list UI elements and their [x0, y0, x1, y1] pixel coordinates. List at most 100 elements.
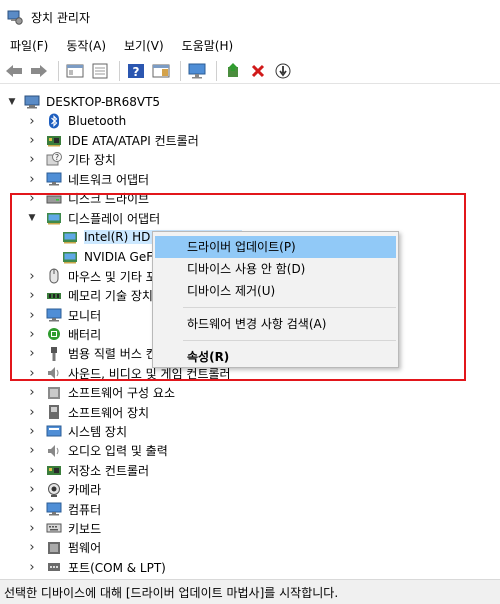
tree-category-item[interactable]: › Bluetooth — [0, 111, 500, 131]
context-menu: 드라이버 업데이트(P) 디바이스 사용 안 함(D) 디바이스 제거(U) 하… — [152, 231, 399, 368]
chevron-right-icon[interactable]: › — [26, 385, 38, 400]
tree-category-item[interactable]: ▼ 디스플레이 어댑터 — [0, 208, 500, 228]
monitor-icon — [46, 307, 62, 323]
toolbar: ? — [0, 58, 500, 84]
chevron-right-icon[interactable]: › — [26, 346, 38, 361]
chevron-down-icon[interactable]: ▼ — [6, 96, 18, 108]
properties-icon[interactable] — [90, 61, 110, 81]
menu-action[interactable]: 동작(A) — [62, 35, 110, 56]
toolbar-separator — [119, 60, 120, 81]
tree-category-item[interactable]: › 포트(COM & LPT) — [0, 557, 500, 575]
tree-item-label: 컴퓨터 — [68, 502, 102, 517]
chevron-right-icon[interactable]: › — [26, 327, 38, 342]
firmware-icon — [46, 540, 62, 556]
tree-category-item[interactable]: › 저장소 컨트롤러 — [0, 460, 500, 480]
chevron-right-icon[interactable]: › — [26, 482, 38, 497]
sound-icon — [46, 365, 62, 381]
show-hide-console-tree-icon[interactable] — [65, 61, 85, 81]
tree-item-label: IDE ATA/ATAPI 컨트롤러 — [68, 133, 199, 148]
action-pane-icon[interactable] — [151, 61, 171, 81]
battery-icon — [46, 326, 62, 342]
chevron-down-icon[interactable]: ▼ — [26, 212, 38, 224]
chevron-right-icon[interactable]: › — [26, 191, 38, 206]
chevron-right-icon[interactable]: › — [26, 443, 38, 458]
menu-bar: 파일(F) 동작(A) 보기(V) 도움말(H) — [0, 34, 500, 56]
help-icon[interactable]: ? — [126, 61, 146, 81]
bluetooth-icon — [46, 113, 62, 129]
tree-item-label: 네트워크 어댑터 — [68, 172, 150, 187]
audio-io-icon — [46, 443, 62, 459]
tree-category-item[interactable]: › 시스템 장치 — [0, 421, 500, 441]
tree-item-label: 저장소 컨트롤러 — [68, 463, 150, 478]
chevron-right-icon[interactable]: › — [26, 288, 38, 303]
menu-file[interactable]: 파일(F) — [6, 35, 52, 56]
mouse-icon — [46, 268, 62, 284]
context-menu-separator — [183, 307, 396, 308]
back-icon[interactable] — [4, 61, 24, 81]
tree-item-label: 디스플레이 어댑터 — [68, 211, 161, 226]
tree-category-item[interactable]: › 네트워크 어댑터 — [0, 169, 500, 189]
monitor-icon[interactable] — [187, 61, 207, 81]
toolbar-separator — [216, 60, 217, 81]
svg-text:?: ? — [133, 65, 140, 79]
computer-icon — [24, 94, 40, 110]
camera-icon — [46, 482, 62, 498]
status-bar: 선택한 디바이스에 대해 [드라이버 업데이트 마법사]를 시작합니다. — [0, 579, 500, 604]
window-title: 장치 관리자 — [31, 10, 91, 25]
tree-root[interactable]: ▼ DESKTOP-BR68VT5 — [0, 92, 500, 112]
tree-category-item[interactable]: › IDE ATA/ATAPI 컨트롤러 — [0, 130, 500, 150]
title-bar: 장치 관리자 — [0, 0, 500, 34]
chevron-right-icon[interactable]: › — [26, 172, 38, 187]
chevron-right-icon[interactable]: › — [26, 133, 38, 148]
keyboard-icon — [46, 520, 62, 536]
chevron-right-icon[interactable]: › — [26, 366, 38, 381]
tree-item-label: 메모리 기술 장치 — [68, 289, 153, 304]
storage-controller-icon — [46, 462, 62, 478]
chevron-right-icon[interactable]: › — [26, 521, 38, 536]
chevron-right-icon[interactable]: › — [26, 114, 38, 129]
chevron-right-icon[interactable]: › — [26, 540, 38, 555]
tree-item-label: 기타 장치 — [68, 153, 116, 168]
chevron-right-icon[interactable]: › — [26, 405, 38, 420]
context-menu-update-driver[interactable]: 드라이버 업데이트(P) — [155, 236, 396, 258]
context-menu-scan-hardware[interactable]: 하드웨어 변경 사항 검색(A) — [153, 313, 398, 335]
tree-category-item[interactable]: › 소프트웨어 구성 요소 — [0, 383, 500, 403]
tree-category-item[interactable]: › 키보드 — [0, 518, 500, 538]
scan-hardware-icon[interactable] — [273, 61, 293, 81]
chevron-right-icon[interactable]: › — [26, 560, 38, 575]
tree-category-item[interactable]: › 디스크 드라이브 — [0, 189, 500, 209]
context-menu-separator — [183, 340, 396, 341]
forward-icon[interactable] — [29, 61, 49, 81]
tree-category-item[interactable]: › 소프트웨어 장치 — [0, 402, 500, 422]
tree-category-item[interactable]: › 컴퓨터 — [0, 499, 500, 519]
display-adapter-icon — [62, 249, 78, 265]
chevron-right-icon[interactable]: › — [26, 152, 38, 167]
chevron-right-icon[interactable]: › — [26, 463, 38, 478]
context-menu-uninstall-device[interactable]: 디바이스 제거(U) — [153, 280, 398, 302]
chevron-right-icon[interactable]: › — [26, 502, 38, 517]
chevron-right-icon[interactable]: › — [26, 424, 38, 439]
display-adapter-icon — [46, 210, 62, 226]
tree-category-item[interactable]: › 오디오 입력 및 출력 — [0, 441, 500, 461]
tree-category-item[interactable]: › 카메라 — [0, 480, 500, 500]
menu-view[interactable]: 보기(V) — [120, 35, 168, 56]
status-text: 선택한 디바이스에 대해 [드라이버 업데이트 마법사]를 시작합니다. — [4, 585, 339, 600]
tree-item-label: Bluetooth — [68, 114, 127, 128]
tree-item-label: 펌웨어 — [68, 541, 102, 556]
chevron-right-icon[interactable]: › — [26, 308, 38, 323]
chevron-right-icon[interactable]: › — [26, 269, 38, 284]
tree-category-item[interactable]: › 펌웨어 — [0, 538, 500, 558]
uninstall-icon[interactable] — [248, 61, 268, 81]
menu-help[interactable]: 도움말(H) — [178, 35, 238, 56]
context-menu-disable-device[interactable]: 디바이스 사용 안 함(D) — [153, 258, 398, 280]
tree-item-label: 소프트웨어 장치 — [68, 405, 150, 420]
tree-item-label: 소프트웨어 구성 요소 — [68, 386, 175, 401]
computer-icon — [46, 501, 62, 517]
device-manager-app-icon — [7, 9, 23, 25]
toolbar-separator — [58, 60, 59, 81]
tree-category-item[interactable]: ›? 기타 장치 — [0, 150, 500, 170]
update-driver-icon[interactable] — [223, 61, 243, 81]
toolbar-separator — [180, 60, 181, 81]
system-device-icon — [46, 423, 62, 439]
context-menu-properties[interactable]: 속성(R) — [153, 346, 398, 368]
